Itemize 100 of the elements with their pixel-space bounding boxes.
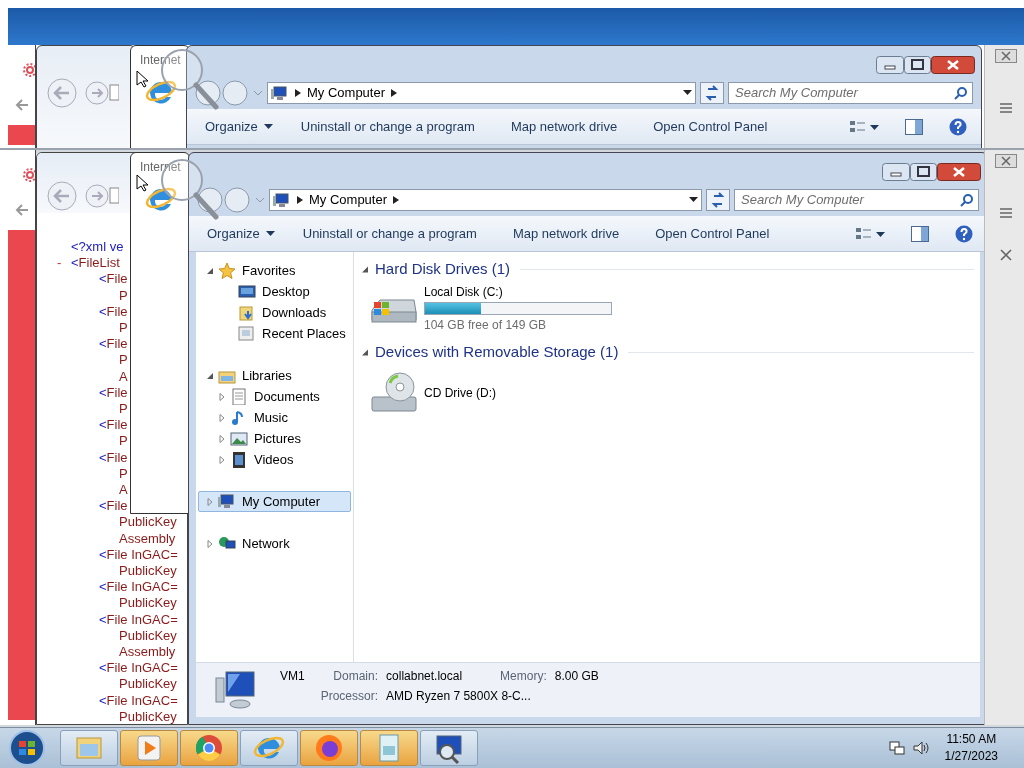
- collapsed-arrow-icon[interactable]: [218, 434, 226, 443]
- xml-attribute: PublicKey: [118, 514, 178, 531]
- xml-tag: <File InGAC=: [47, 611, 178, 628]
- collapsed-arrow-icon[interactable]: [218, 392, 226, 401]
- clock-date[interactable]: 1/27/2023: [944, 748, 998, 765]
- recent-icon: [238, 325, 256, 342]
- favorites-icon: [218, 262, 236, 279]
- search-icon[interactable]: [960, 193, 973, 207]
- xml-attribute: P: [118, 465, 129, 483]
- help-icon[interactable]: [955, 224, 973, 243]
- close-icon[interactable]: [999, 248, 1013, 262]
- computer-icon: [273, 191, 291, 208]
- navigation-item[interactable]: Documents: [198, 386, 351, 407]
- close-button[interactable]: [995, 154, 1017, 168]
- expanded-arrow-icon[interactable]: [362, 348, 369, 356]
- search-icon[interactable]: [954, 86, 967, 100]
- drive-name[interactable]: Local Disk (C:): [424, 282, 612, 301]
- collapsed-arrow-icon[interactable]: [218, 455, 226, 464]
- close-button[interactable]: [937, 163, 981, 181]
- organize-button[interactable]: Organize: [205, 116, 273, 137]
- address-text: My Computer: [309, 190, 388, 209]
- taskbar-button[interactable]: [120, 730, 178, 766]
- taskbar-button[interactable]: [240, 730, 298, 766]
- expanded-arrow-icon[interactable]: [206, 266, 214, 275]
- search-field[interactable]: Search My Computer: [734, 188, 979, 211]
- toolbar-button[interactable]: Map network drive: [512, 223, 620, 244]
- taskbar-button[interactable]: [420, 730, 478, 766]
- dropdown-caret-icon[interactable]: [683, 89, 692, 96]
- chevron-icon[interactable]: [391, 88, 398, 97]
- xml-attribute: P: [118, 320, 129, 337]
- taskbar-button[interactable]: [300, 730, 358, 766]
- xml-attribute: Assembly: [118, 530, 177, 547]
- views-icon[interactable]: [855, 225, 885, 242]
- desktop-icon: [238, 283, 256, 300]
- preview-pane-icon[interactable]: [911, 225, 929, 242]
- maximize-button[interactable]: [910, 163, 937, 181]
- back-forward-buttons[interactable]: [197, 186, 251, 213]
- collapsed-arrow-icon[interactable]: [206, 539, 214, 548]
- drive-name[interactable]: CD Drive (D:): [424, 384, 496, 402]
- refresh-button[interactable]: [700, 81, 724, 104]
- close-button[interactable]: [995, 49, 1017, 63]
- xml-attribute: P: [118, 433, 129, 450]
- expanded-arrow-icon[interactable]: [206, 371, 214, 380]
- dropdown-caret-icon[interactable]: [689, 196, 698, 203]
- toolbar-button[interactable]: Open Control Panel: [653, 116, 768, 137]
- address-bar[interactable]: My Computer: [267, 81, 696, 104]
- computer-icon: [218, 493, 236, 510]
- navigation-item[interactable]: Network: [198, 533, 351, 554]
- views-icon[interactable]: [849, 118, 879, 135]
- group-header[interactable]: Devices with Removable Storage (1): [375, 340, 619, 364]
- network-icon[interactable]: [888, 740, 905, 756]
- refresh-button[interactable]: [706, 188, 730, 211]
- search-field[interactable]: Search My Computer: [728, 81, 973, 104]
- volume-icon[interactable]: [912, 740, 929, 756]
- menu-icon[interactable]: [999, 102, 1013, 114]
- organize-button[interactable]: Organize: [207, 223, 275, 244]
- toolbar-button[interactable]: Open Control Panel: [655, 223, 770, 244]
- navigation-item[interactable]: Downloads: [198, 302, 351, 323]
- close-button[interactable]: [931, 56, 975, 74]
- collapse-toggle[interactable]: -: [47, 255, 71, 272]
- toolbar-button[interactable]: Uninstall or change a program: [300, 116, 475, 137]
- preview-pane-icon[interactable]: [905, 118, 923, 135]
- taskbar-button[interactable]: [180, 730, 238, 766]
- back-arrow-icon[interactable]: [15, 98, 29, 112]
- navigation-item[interactable]: Pictures: [198, 428, 351, 449]
- xml-tag: <FileList: [71, 255, 120, 272]
- toolbar-button[interactable]: Uninstall or change a program: [302, 223, 477, 244]
- field-value: AMD Ryzen 7 5800X 8-C...: [386, 688, 532, 705]
- back-forward-buttons[interactable]: [195, 79, 249, 106]
- xml-attribute: PublicKey: [118, 708, 178, 724]
- computer-icon: [271, 84, 289, 101]
- navigation-item[interactable]: Favorites: [198, 260, 351, 281]
- field-value: 8.00 GB: [554, 668, 599, 685]
- toolbar-button[interactable]: Map network drive: [510, 116, 618, 137]
- chevron-icon[interactable]: [295, 88, 301, 97]
- page-banner: [8, 125, 35, 145]
- taskbar-button[interactable]: [360, 730, 418, 766]
- navigation-item[interactable]: Videos: [198, 449, 351, 470]
- computer-name: VM1: [280, 668, 306, 685]
- help-icon[interactable]: [949, 117, 967, 136]
- navigation-item[interactable]: Desktop: [198, 281, 351, 302]
- navigation-item[interactable]: Recent Places: [198, 323, 351, 344]
- address-text: My Computer: [307, 83, 386, 102]
- address-bar[interactable]: My Computer: [269, 188, 702, 211]
- cursor-icon: [136, 70, 148, 88]
- xml-attribute: PublicKey: [118, 676, 178, 693]
- chevron-icon[interactable]: [393, 195, 400, 204]
- maximize-button[interactable]: [904, 56, 931, 74]
- expanded-arrow-icon[interactable]: [362, 265, 369, 273]
- back-arrow-icon[interactable]: [15, 203, 29, 217]
- navigation-item[interactable]: Music: [198, 407, 351, 428]
- navigation-item[interactable]: Libraries: [198, 365, 351, 386]
- collapsed-arrow-icon[interactable]: [218, 413, 226, 422]
- group-header[interactable]: Hard Disk Drives (1): [375, 257, 510, 281]
- xml-tag: <File InGAC=: [47, 692, 178, 709]
- pictures-icon: [230, 430, 248, 447]
- menu-icon[interactable]: [999, 207, 1013, 219]
- clock-time[interactable]: 11:50 AM: [946, 731, 997, 748]
- chevron-icon[interactable]: [297, 195, 303, 204]
- navigation-item[interactable]: My Computer: [198, 491, 351, 512]
